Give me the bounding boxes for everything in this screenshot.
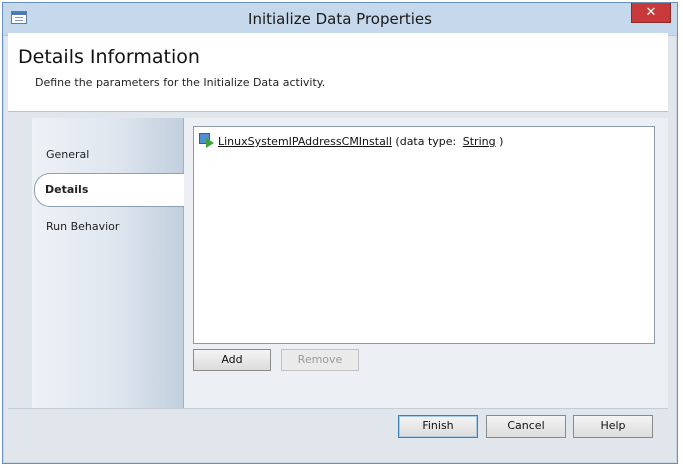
close-icon: ✕: [645, 5, 657, 20]
data-type-link[interactable]: String: [463, 135, 496, 148]
list-item[interactable]: LinuxSystemIPAddressCMInstall (data type…: [199, 133, 503, 148]
help-button[interactable]: Help: [573, 415, 653, 438]
sidebar-item-label: Details: [45, 183, 89, 196]
header-divider: [8, 111, 668, 112]
sidebar-item-details[interactable]: Details: [34, 173, 184, 207]
add-button[interactable]: Add: [193, 349, 271, 371]
sidebar-item-run-behavior[interactable]: Run Behavior: [46, 220, 119, 233]
parameter-icon: [199, 133, 215, 148]
finish-button[interactable]: Finish: [398, 415, 478, 438]
title-bar[interactable]: Initialize Data Properties ✕: [3, 3, 677, 36]
sidebar-item-general[interactable]: General: [46, 148, 89, 161]
cancel-button[interactable]: Cancel: [486, 415, 566, 438]
window-title: Initialize Data Properties: [248, 10, 432, 28]
parameter-list[interactable]: LinuxSystemIPAddressCMInstall (data type…: [193, 126, 655, 344]
data-type-prefix: (data type:: [395, 135, 457, 148]
header-panel: Details Information Define the parameter…: [8, 33, 668, 111]
details-content: LinuxSystemIPAddressCMInstall (data type…: [184, 118, 668, 408]
parameter-name-link[interactable]: LinuxSystemIPAddressCMInstall: [218, 135, 392, 148]
remove-button[interactable]: Remove: [281, 349, 359, 371]
footer-divider: [8, 408, 668, 409]
page-subtitle: Define the parameters for the Initialize…: [35, 76, 326, 89]
close-button[interactable]: ✕: [631, 3, 671, 23]
page-title: Details Information: [18, 46, 200, 68]
data-type-suffix: ): [499, 135, 504, 148]
sidebar: General Details Run Behavior: [32, 118, 184, 408]
